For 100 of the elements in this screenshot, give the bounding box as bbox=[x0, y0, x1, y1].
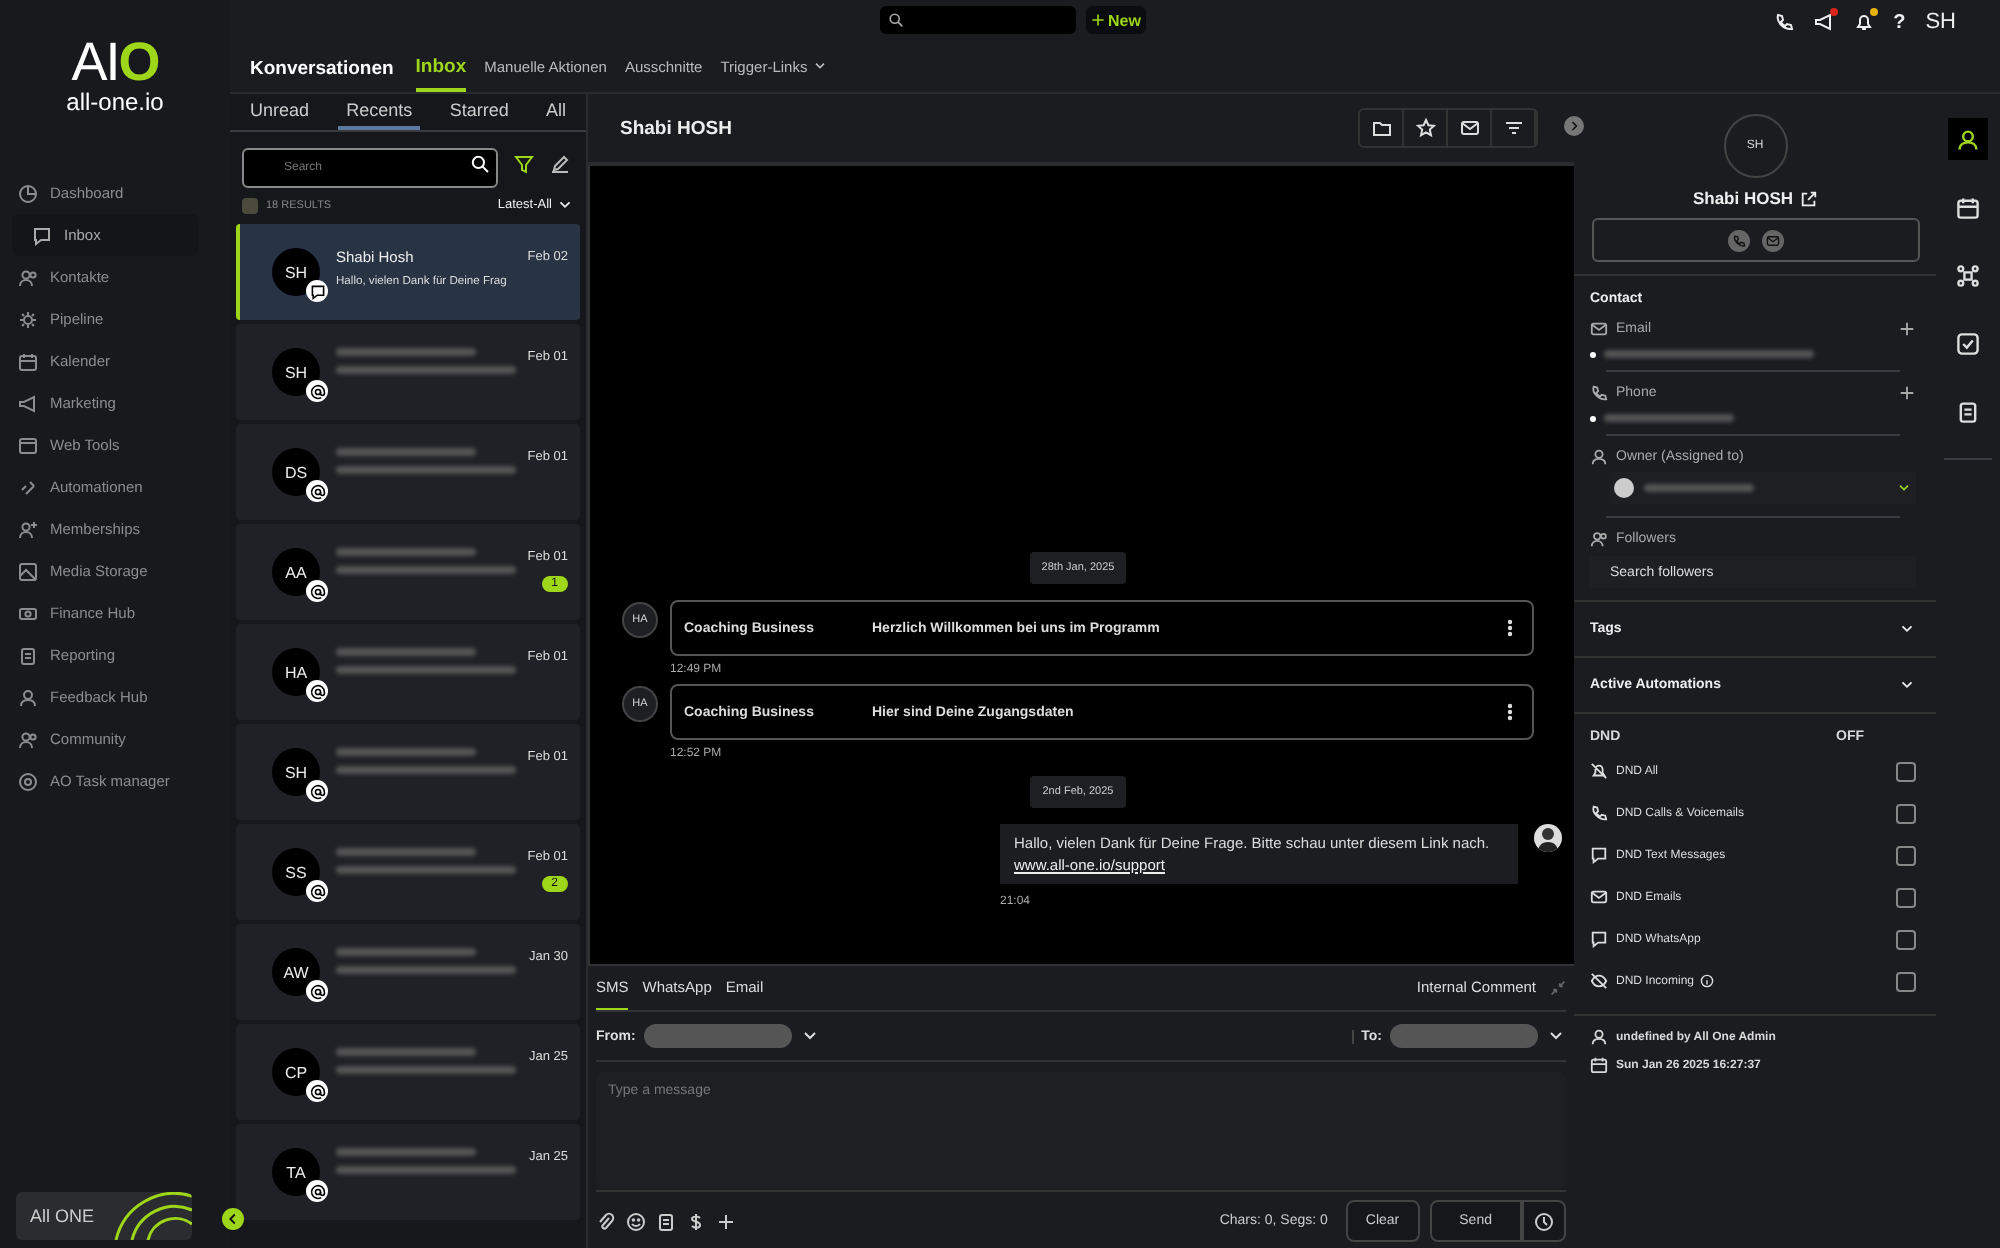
rail-tab[interactable] bbox=[1948, 118, 1988, 160]
mail-icon bbox=[1765, 233, 1779, 247]
call-button[interactable] bbox=[1727, 229, 1749, 251]
at-icon bbox=[309, 683, 325, 699]
document-icon bbox=[1956, 399, 1980, 423]
filter-tab[interactable]: All bbox=[537, 94, 574, 130]
checkbox[interactable] bbox=[1896, 761, 1916, 781]
at-icon bbox=[309, 983, 325, 999]
plus-icon bbox=[1898, 320, 1916, 338]
contact-name: Shabi HOSH bbox=[1692, 188, 1794, 208]
circle-icon bbox=[18, 771, 38, 791]
blurred-text bbox=[336, 548, 476, 556]
calendar-icon bbox=[1590, 1056, 1608, 1074]
browser-icon bbox=[18, 435, 38, 455]
phone-icon bbox=[1590, 384, 1608, 402]
new-button[interactable]: New bbox=[1086, 6, 1146, 34]
at-icon bbox=[309, 583, 325, 599]
checkbox[interactable] bbox=[1896, 845, 1916, 865]
blurred-text bbox=[336, 448, 476, 456]
folder-icon bbox=[1371, 118, 1391, 138]
info-icon bbox=[1700, 974, 1715, 988]
blurred-text bbox=[336, 948, 476, 956]
chevron-down-icon bbox=[1898, 676, 1916, 694]
eye-off-icon bbox=[1590, 972, 1608, 990]
blurred-text bbox=[1644, 484, 1754, 492]
checkbox[interactable] bbox=[1896, 887, 1916, 907]
people-icon bbox=[1590, 530, 1608, 548]
plus-icon bbox=[1898, 384, 1916, 402]
smiley-icon bbox=[626, 1211, 646, 1231]
at-icon bbox=[309, 883, 325, 899]
person-plus-icon bbox=[18, 519, 38, 539]
conversation-title: Shabi HOSH bbox=[620, 117, 732, 139]
chevron-down-icon bbox=[1896, 480, 1912, 496]
user-avatar[interactable]: SH bbox=[1925, 10, 1956, 34]
at-icon bbox=[309, 483, 325, 499]
bell-icon bbox=[1853, 12, 1874, 32]
banknote-icon bbox=[18, 603, 38, 623]
plus-icon bbox=[716, 1211, 736, 1231]
select-all-checkbox[interactable] bbox=[242, 197, 258, 213]
chevron-down-icon bbox=[556, 196, 574, 214]
person-icon bbox=[1590, 448, 1608, 466]
chat-icon bbox=[1590, 930, 1608, 948]
logo-mark: AIO bbox=[71, 36, 159, 88]
at-icon bbox=[309, 383, 325, 399]
person-icon bbox=[1590, 1028, 1608, 1046]
logo-name: all-one.io bbox=[66, 88, 164, 116]
mail-icon bbox=[1459, 118, 1479, 138]
funnel-icon bbox=[514, 154, 534, 174]
megaphone-icon bbox=[1813, 12, 1834, 32]
image-icon bbox=[18, 561, 38, 581]
checkbox[interactable] bbox=[1896, 971, 1916, 991]
megaphone-icon bbox=[18, 393, 38, 413]
blurred-text bbox=[336, 848, 476, 856]
chevron-down-icon bbox=[811, 58, 828, 74]
pencil-icon bbox=[550, 154, 570, 174]
blurred-text bbox=[336, 648, 476, 656]
checkbox[interactable] bbox=[1896, 929, 1916, 949]
group-icon bbox=[18, 729, 38, 749]
filter-tab[interactable]: Recents bbox=[338, 94, 421, 130]
help-button[interactable]: ? bbox=[1893, 11, 1906, 33]
blurred-text bbox=[336, 1048, 476, 1056]
page-title: Konversationen bbox=[250, 57, 394, 79]
phone-icon bbox=[1590, 804, 1608, 822]
chat-icon bbox=[32, 225, 52, 245]
bell-off-icon bbox=[1590, 762, 1608, 780]
network-icon bbox=[1956, 263, 1980, 287]
at-icon bbox=[309, 1183, 325, 1199]
person-circle-icon bbox=[1956, 127, 1980, 151]
star-icon bbox=[1415, 118, 1435, 138]
clock-icon bbox=[1534, 1211, 1554, 1231]
blurred-text bbox=[336, 748, 476, 756]
phone-icon bbox=[1773, 12, 1794, 32]
email-button[interactable] bbox=[1761, 229, 1783, 251]
external-link-icon bbox=[1799, 189, 1818, 207]
search-icon bbox=[888, 12, 904, 28]
search-field[interactable] bbox=[880, 6, 1076, 34]
plus-icon bbox=[1090, 12, 1106, 28]
filter-icon bbox=[1503, 118, 1523, 138]
phone-icon bbox=[1731, 233, 1745, 247]
chevron-right-icon bbox=[1566, 118, 1582, 134]
compress-icon bbox=[1550, 980, 1566, 996]
clipboard-icon bbox=[18, 645, 38, 665]
chat-icon bbox=[1590, 846, 1608, 864]
pie-chart-icon bbox=[18, 183, 38, 203]
dollar-icon bbox=[686, 1211, 706, 1231]
filter-tab[interactable]: Unread bbox=[242, 94, 318, 130]
at-icon bbox=[309, 1083, 325, 1099]
schedule-button[interactable] bbox=[1522, 1200, 1566, 1242]
checkbox[interactable] bbox=[1896, 803, 1916, 823]
at-icon bbox=[309, 783, 325, 799]
calendar-icon bbox=[18, 351, 38, 371]
chat-icon bbox=[309, 283, 325, 299]
mail-icon bbox=[1590, 320, 1608, 338]
blurred-text bbox=[336, 1148, 476, 1156]
blurred-text bbox=[336, 348, 476, 356]
calendar-icon bbox=[1956, 195, 1980, 219]
brand-card[interactable]: All ONE bbox=[16, 1192, 192, 1240]
expand-button[interactable] bbox=[1564, 116, 1584, 136]
filter-tab[interactable]: Starred bbox=[441, 94, 517, 130]
mail-icon bbox=[1590, 888, 1608, 906]
